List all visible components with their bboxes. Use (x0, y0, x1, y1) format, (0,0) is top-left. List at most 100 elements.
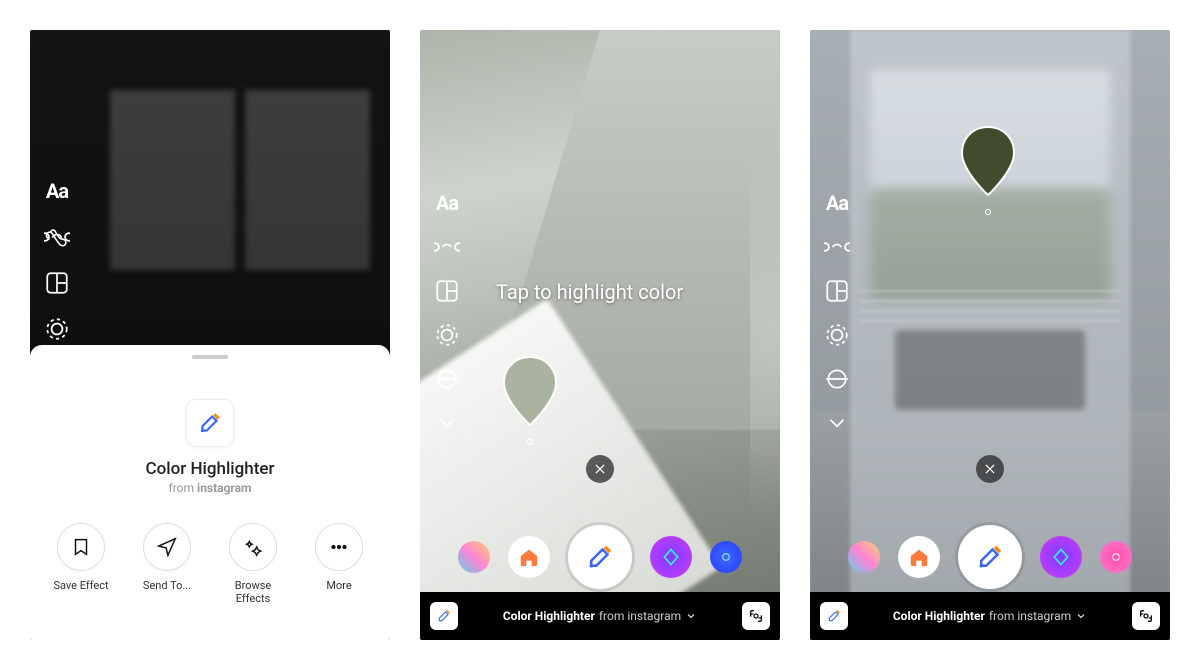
effect-thumb[interactable] (898, 536, 940, 578)
focus-ring-icon (824, 322, 850, 348)
boomerang-tool[interactable] (824, 234, 850, 260)
diamond-icon (1051, 547, 1071, 567)
boomerang-tool[interactable] (434, 234, 460, 260)
eyedropper-icon (436, 608, 452, 624)
screenshot-panel-3: Aa (810, 30, 1170, 640)
eyedropper-icon (826, 608, 842, 624)
layout-icon (434, 278, 460, 304)
effect-thumb[interactable] (848, 541, 880, 573)
effect-thumb[interactable] (710, 541, 742, 573)
effect-preview-tile[interactable] (186, 399, 234, 447)
chevron-down-icon (434, 410, 460, 436)
pin-sample-dot (985, 209, 991, 215)
effect-thumb[interactable] (458, 541, 490, 573)
close-icon (983, 462, 997, 476)
bookmark-icon (70, 536, 92, 558)
send-to-label: Send To... (143, 579, 191, 592)
text-tool[interactable]: Aa (824, 190, 850, 216)
effect-attribution-bar: Color Highlighter from instagram (810, 592, 1170, 640)
layout-tool[interactable] (434, 278, 460, 304)
bar-effect-from: from instagram (599, 609, 681, 623)
hands-free-tool[interactable] (44, 316, 70, 342)
save-effect-button[interactable]: Save Effect (44, 523, 118, 605)
switch-camera-button[interactable] (742, 602, 770, 630)
story-tools-rail: Aa (824, 190, 850, 436)
eyedropper-icon (197, 410, 223, 436)
effect-thumb-selected[interactable] (958, 525, 1022, 589)
text-tool[interactable]: Aa (44, 178, 70, 204)
browse-effects-button[interactable]: Browse Effects (216, 523, 290, 605)
effect-thumb-selected[interactable] (568, 525, 632, 589)
sheet-drag-handle[interactable] (192, 355, 228, 359)
effect-info-thumb[interactable] (820, 602, 848, 630)
house-icon (908, 546, 930, 568)
dots-icon (328, 536, 350, 558)
effect-title: Color Highlighter (146, 459, 275, 479)
house-icon (518, 546, 540, 568)
layout-tool[interactable] (44, 270, 70, 296)
effect-attribution-button[interactable]: Color Highlighter from instagram (858, 609, 1122, 623)
diamond-icon (661, 547, 681, 567)
pin-sample-dot (527, 439, 533, 445)
color-picker-pin[interactable] (958, 125, 1018, 197)
text-icon: Aa (826, 191, 848, 215)
layout-icon (44, 270, 70, 296)
story-tools-rail: Aa (434, 190, 460, 436)
effect-hint-text: Tap to highlight color (496, 280, 683, 304)
effect-carousel[interactable] (420, 522, 780, 592)
chevron-down-icon (685, 610, 697, 622)
hands-free-tool[interactable] (434, 322, 460, 348)
text-icon: Aa (436, 191, 458, 215)
effect-thumb[interactable] (650, 536, 692, 578)
chevron-down-icon (824, 410, 850, 436)
effect-thumb[interactable] (508, 536, 550, 578)
effect-thumb[interactable] (1100, 541, 1132, 573)
level-tool[interactable] (824, 366, 850, 392)
focus-ring-icon (44, 316, 70, 342)
effect-bottom-sheet: Color Highlighter from instagram Save Ef… (30, 345, 390, 640)
boomerang-tool[interactable] (44, 224, 70, 250)
infinity-icon (44, 224, 70, 250)
close-effect-button[interactable] (976, 455, 1004, 483)
chevron-down-icon (1075, 610, 1087, 622)
paper-plane-icon (156, 536, 178, 558)
story-tools-rail: Aa (44, 178, 70, 342)
more-button[interactable]: More (302, 523, 376, 605)
infinity-icon (824, 234, 850, 260)
text-icon: Aa (46, 179, 68, 203)
browse-effects-label: Browse Effects (218, 579, 288, 605)
text-tool[interactable]: Aa (434, 190, 460, 216)
camera-icon (1108, 549, 1124, 565)
focus-ring-icon (434, 322, 460, 348)
effect-attribution-button[interactable]: Color Highlighter from instagram (468, 609, 732, 623)
expand-tools[interactable] (824, 410, 850, 436)
bar-effect-from: from instagram (989, 609, 1071, 623)
screenshot-panel-1: Aa Color Highlighter from instagram S (30, 30, 390, 640)
effect-carousel[interactable] (810, 522, 1170, 592)
layout-tool[interactable] (824, 278, 850, 304)
horizon-icon (824, 366, 850, 392)
bar-effect-name: Color Highlighter (503, 609, 595, 623)
color-picker-pin[interactable] (500, 355, 560, 427)
sparkle-icon (242, 536, 264, 558)
expand-tools[interactable] (434, 410, 460, 436)
effect-info-thumb[interactable] (430, 602, 458, 630)
infinity-icon (434, 234, 460, 260)
bar-effect-name: Color Highlighter (893, 609, 985, 623)
save-effect-label: Save Effect (53, 579, 108, 592)
effect-thumb[interactable] (1040, 536, 1082, 578)
close-effect-button[interactable] (586, 455, 614, 483)
camera-switch-icon (748, 608, 764, 624)
camera-switch-icon (1138, 608, 1154, 624)
close-icon (593, 462, 607, 476)
switch-camera-button[interactable] (1132, 602, 1160, 630)
eyedropper-icon (975, 542, 1005, 572)
effect-author: from instagram (169, 481, 252, 495)
hands-free-tool[interactable] (824, 322, 850, 348)
level-tool[interactable] (434, 366, 460, 392)
effect-attribution-bar: Color Highlighter from instagram (420, 592, 780, 640)
screenshot-panel-2: Aa Tap to highlight color (420, 30, 780, 640)
horizon-icon (434, 366, 460, 392)
send-to-button[interactable]: Send To... (130, 523, 204, 605)
layout-icon (824, 278, 850, 304)
